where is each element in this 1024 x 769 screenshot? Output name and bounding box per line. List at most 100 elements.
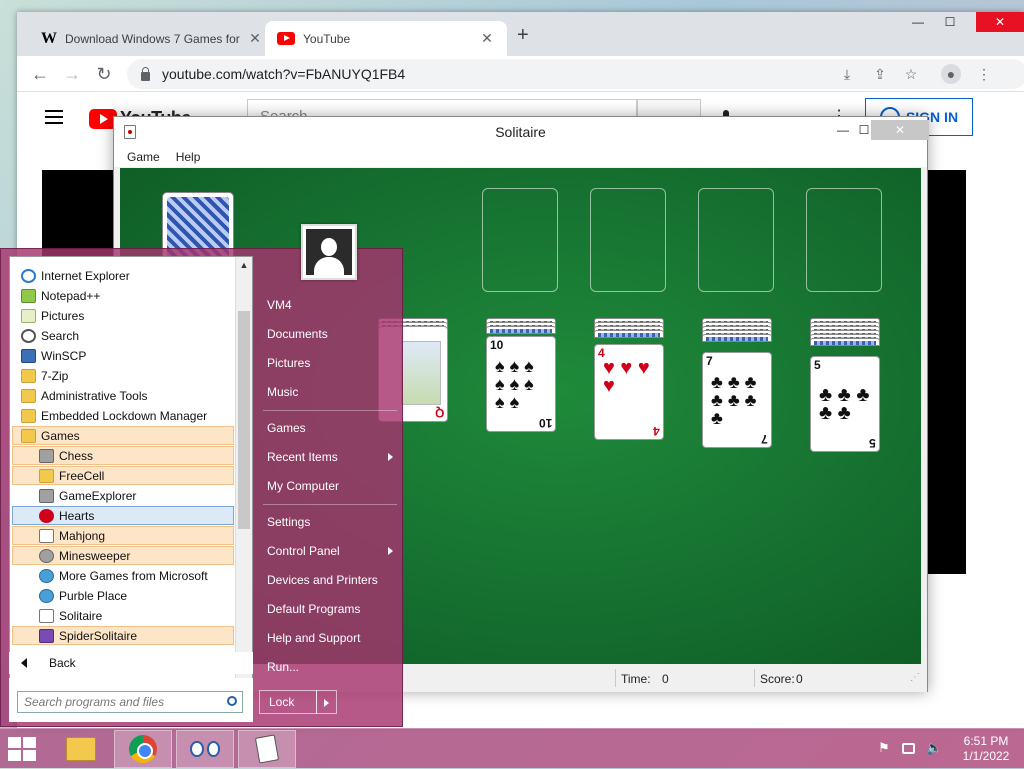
program-minesweeper[interactable]: Minesweeper — [12, 546, 234, 565]
program-label: Games — [41, 428, 80, 443]
program-label: Chess — [59, 448, 94, 463]
volume-muted-icon[interactable]: 🔈 — [926, 740, 942, 755]
program-administrative-tools[interactable]: Administrative Tools — [12, 386, 234, 405]
control-panel-label: Control Panel — [267, 544, 340, 558]
taskbar-solitaire[interactable] — [238, 730, 296, 768]
program-solitaire[interactable]: Solitaire — [12, 606, 234, 625]
taskbar-eyes-app[interactable] — [176, 730, 234, 768]
card-rank: Q — [434, 406, 444, 420]
menu-dots-icon[interactable]: ⋮ — [974, 64, 994, 84]
user-avatar[interactable] — [301, 224, 357, 280]
start-item-documents[interactable]: Documents — [263, 322, 397, 346]
scroll-thumb[interactable] — [238, 311, 250, 529]
start-item-control-panel[interactable]: Control Panel — [263, 539, 397, 563]
start-item-recent-items[interactable]: Recent Items — [263, 445, 397, 469]
lock-icon — [141, 66, 150, 81]
program-winscp[interactable]: WinSCP — [12, 346, 234, 365]
tab-download-games[interactable]: W Download Windows 7 Games for ✕ — [29, 21, 275, 56]
start-menu: Internet Explorer Notepad++ Pictures Sea… — [0, 224, 403, 727]
program-hearts[interactable]: Hearts — [12, 506, 234, 525]
lock-button[interactable]: Lock — [259, 690, 317, 714]
program-embedded-lockdown-manager[interactable]: Embedded Lockdown Manager — [12, 406, 234, 425]
close-icon[interactable]: ✕ — [871, 120, 929, 140]
face-down-card — [810, 338, 880, 346]
bookmark-star-icon[interactable]: ☆ — [901, 64, 921, 84]
solitaire-title-bar[interactable]: Solitaire — ☐ ✕ — [114, 117, 929, 147]
start-item-devices-printers[interactable]: Devices and Printers — [263, 568, 397, 592]
program-internet-explorer[interactable]: Internet Explorer — [12, 266, 234, 285]
program-freecell[interactable]: FreeCell — [12, 466, 234, 485]
folder-icon — [21, 369, 36, 383]
start-search-placeholder: Search programs and files — [24, 695, 165, 709]
foundation-slot-3[interactable] — [698, 188, 774, 292]
program-7zip[interactable]: 7-Zip — [12, 366, 234, 385]
program-spider-solitaire[interactable]: SpiderSolitaire — [12, 626, 234, 645]
flag-icon[interactable]: ⚑ — [878, 740, 892, 755]
maximize-icon[interactable]: ☐ — [934, 12, 966, 32]
start-item-run[interactable]: Run... — [263, 655, 397, 679]
taskbar-file-explorer[interactable] — [52, 730, 110, 768]
solitaire-icon — [39, 609, 54, 623]
programs-list: Internet Explorer Notepad++ Pictures Sea… — [9, 256, 253, 690]
tab-youtube[interactable]: YouTube ✕ — [265, 21, 507, 56]
scroll-up-icon[interactable]: ▲ — [236, 257, 252, 273]
program-label: WinSCP — [41, 348, 87, 363]
tableau-card-7-clubs[interactable]: 7 ♣ ♣ ♣ ♣ ♣ ♣ ♣ 7 — [702, 352, 772, 448]
program-label: Mahjong — [59, 528, 106, 543]
reload-icon[interactable]: ↻ — [92, 62, 116, 86]
program-gameexplorer[interactable]: GameExplorer — [12, 486, 234, 505]
search-icon[interactable] — [227, 696, 237, 706]
start-item-pictures[interactable]: Pictures — [263, 351, 397, 375]
close-tab-icon[interactable]: ✕ — [247, 30, 263, 47]
menu-game[interactable]: Game — [127, 147, 160, 167]
program-notepad[interactable]: Notepad++ — [12, 286, 234, 305]
start-item-user[interactable]: VM4 — [263, 293, 397, 317]
start-item-games[interactable]: Games — [263, 416, 397, 440]
clock-date: 1/1/2022 — [962, 749, 1010, 763]
program-pictures[interactable]: Pictures — [12, 306, 234, 325]
tableau-card-4-hearts[interactable]: 4 ♥ ♥ ♥ ♥ 4 — [594, 344, 664, 440]
tableau-card-10-spades[interactable]: 10 ♠ ♠ ♠ ♠ ♠ ♠ ♠ ♠ 10 — [486, 336, 556, 432]
program-mahjong[interactable]: Mahjong — [12, 526, 234, 545]
start-search-input[interactable]: Search programs and files — [17, 691, 243, 713]
clock[interactable]: 6:51 PM 1/1/2022 — [954, 734, 1018, 764]
foundation-slot-2[interactable] — [590, 188, 666, 292]
solitaire-menu-bar: Game Help — [114, 147, 927, 167]
back-button[interactable]: Back — [9, 652, 253, 674]
menu-help[interactable]: Help — [176, 147, 201, 167]
programs-scrollbar[interactable]: ▲ ▼ — [235, 257, 252, 689]
start-item-default-programs[interactable]: Default Programs — [263, 597, 397, 621]
back-arrow-icon[interactable]: ← — [28, 62, 52, 86]
start-item-help-support[interactable]: Help and Support — [263, 626, 397, 650]
foundation-slot-1[interactable] — [482, 188, 558, 292]
forward-arrow-icon[interactable]: → — [60, 62, 84, 86]
foundation-slot-4[interactable] — [806, 188, 882, 292]
lock-options-arrow-icon[interactable] — [316, 690, 337, 714]
share-icon[interactable]: ⇪ — [870, 64, 890, 84]
program-label: Pictures — [41, 308, 85, 323]
program-purble-place[interactable]: Purble Place — [12, 586, 234, 605]
card-rank: 10 — [490, 338, 504, 352]
program-search[interactable]: Search — [12, 326, 234, 345]
hamburger-menu-icon[interactable] — [45, 110, 63, 124]
program-chess[interactable]: Chess — [12, 446, 234, 465]
network-icon[interactable] — [902, 743, 915, 754]
new-tab-icon[interactable]: + — [517, 24, 529, 47]
start-item-music[interactable]: Music — [263, 380, 397, 404]
card-rank: 5 — [814, 358, 821, 372]
resize-grip-icon[interactable]: ⋰ — [910, 672, 920, 683]
program-label: GameExplorer — [59, 488, 137, 503]
start-item-my-computer[interactable]: My Computer — [263, 474, 397, 498]
program-more-games[interactable]: More Games from Microsoft — [12, 566, 234, 585]
tableau-card-5-clubs[interactable]: 5 ♣ ♣ ♣ ♣ ♣ 5 — [810, 356, 880, 452]
profile-icon[interactable]: ● — [941, 64, 961, 84]
close-tab-icon[interactable]: ✕ — [479, 30, 495, 47]
close-icon[interactable]: ✕ — [976, 12, 1024, 32]
start-item-settings[interactable]: Settings — [263, 510, 397, 534]
minimize-icon[interactable]: — — [902, 12, 934, 32]
taskbar-chrome[interactable] — [114, 730, 172, 768]
start-button[interactable] — [8, 737, 38, 761]
chrome-icon — [129, 735, 157, 763]
install-icon[interactable]: ⤓ — [837, 64, 857, 84]
program-games-folder[interactable]: Games — [12, 426, 234, 445]
